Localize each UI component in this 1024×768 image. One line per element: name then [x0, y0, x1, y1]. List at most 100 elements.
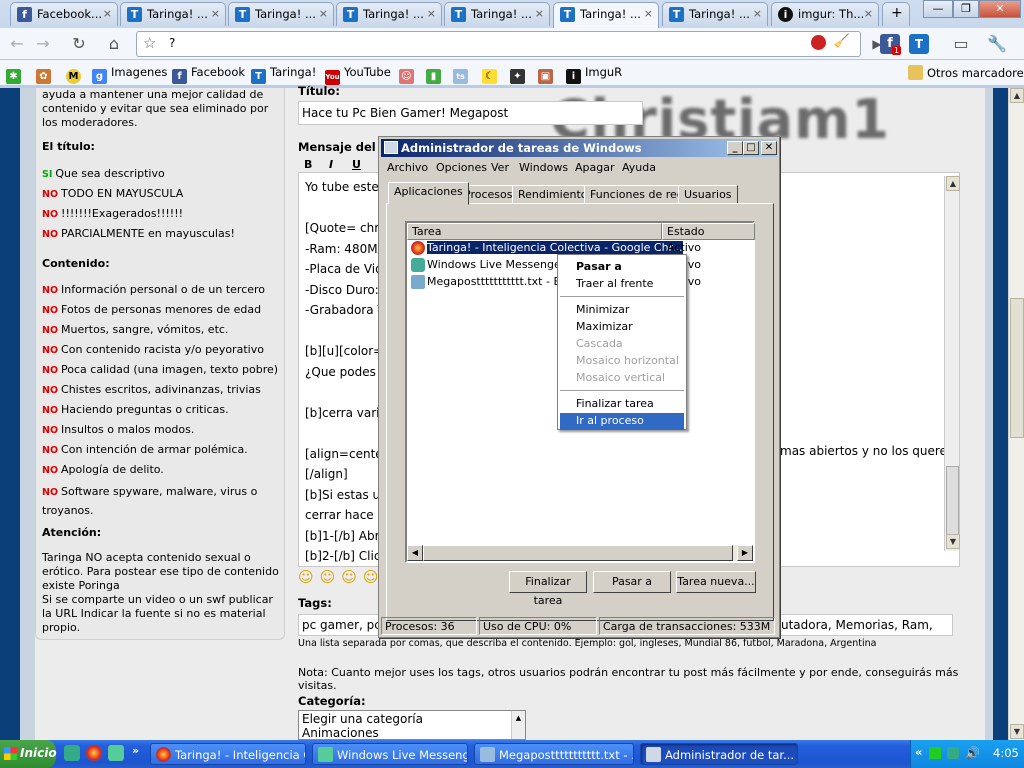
minimize-window-button[interactable]: —	[923, 0, 953, 18]
close-icon[interactable]: ×	[319, 7, 328, 20]
bookmark-icon-2[interactable]: ✿	[36, 65, 55, 84]
menu-item-end-task[interactable]: Finalizar tarea	[560, 396, 684, 413]
menu-apagar[interactable]: Apagar	[575, 161, 615, 174]
scroll-thumb[interactable]	[423, 545, 733, 561]
bookmark-icon-8[interactable]: ✦	[510, 65, 529, 84]
menu-windows[interactable]: Windows	[519, 161, 568, 174]
other-bookmarks[interactable]: Otros marcadores	[908, 65, 1024, 80]
tab-funciones-de-red[interactable]: Funciones de red	[584, 185, 690, 204]
volume-icon[interactable]: 🔊	[965, 746, 980, 760]
scroll-down-icon[interactable]: ▼	[1010, 724, 1024, 739]
menu-opciones[interactable]: Opciones	[436, 161, 487, 174]
underline-button[interactable]: U	[352, 158, 361, 171]
bookmark-imagenes[interactable]: g Imagenes	[92, 65, 167, 84]
taskbar-item-chrome[interactable]: Taringa! - Inteligencia C...	[150, 743, 306, 765]
tray-icon-1[interactable]	[929, 747, 941, 759]
star-icon[interactable]: ☆	[143, 34, 156, 52]
bookmark-facebook[interactable]: f Facebook	[172, 65, 245, 84]
close-button[interactable]: ✕	[761, 141, 777, 155]
tab-aplicaciones[interactable]: Aplicaciones	[388, 182, 469, 205]
tray-icon-2[interactable]	[947, 747, 959, 759]
menu-item-bring-to-front[interactable]: Traer al frente	[560, 276, 684, 293]
bookmark-icon-1[interactable]: ✱	[6, 65, 25, 84]
italic-button[interactable]: I	[329, 158, 333, 171]
tab-taringa-1[interactable]: T Taringa! ... ×	[120, 2, 226, 26]
list-horizontal-scrollbar[interactable]: ◀ ▶	[407, 545, 753, 561]
chrome-quicklaunch-icon[interactable]	[86, 745, 102, 761]
menu-ver[interactable]: Ver	[491, 161, 509, 174]
menu-item-maximize[interactable]: Maximizar	[560, 319, 684, 336]
new-tab-button[interactable]: +	[882, 2, 910, 26]
menu-item-minimize[interactable]: Minimizar	[560, 302, 684, 319]
category-scroll-icon[interactable]: ▲	[511, 711, 525, 739]
tab-taringa-6[interactable]: T Taringa! ... ×	[662, 2, 768, 26]
minimize-button[interactable]: _	[727, 141, 743, 155]
close-icon[interactable]: ×	[427, 7, 436, 20]
tab-taringa-active[interactable]: T Taringa! ... ×	[553, 2, 659, 28]
home-icon[interactable]: ⌂	[103, 34, 125, 54]
bookmark-imgur[interactable]: i ImguR	[566, 65, 622, 84]
tray-expand-icon[interactable]: «	[915, 745, 922, 759]
task-manager-titlebar[interactable]: Administrador de tareas de Windows _ □ ✕	[381, 139, 777, 157]
taskbar-item-messenger[interactable]: Windows Live Messenger	[312, 743, 468, 765]
bookmark-icon-5[interactable]: ▮	[426, 65, 445, 84]
new-task-button[interactable]: Tarea nueva...	[676, 571, 756, 593]
quicklaunch-expand-icon[interactable]: »	[132, 744, 139, 757]
switch-to-button[interactable]: Pasar a	[593, 571, 671, 593]
bold-button[interactable]: B	[304, 158, 312, 171]
close-icon[interactable]: ×	[535, 7, 544, 20]
reload-icon[interactable]: ↻	[68, 34, 90, 54]
column-estado[interactable]: Estado	[662, 223, 755, 240]
close-icon[interactable]: ×	[864, 7, 873, 20]
page-scroll-thumb[interactable]	[1010, 298, 1024, 438]
broom-icon[interactable]: 🧹	[834, 34, 850, 49]
title-input[interactable]: Hace tu Pc Bien Gamer! Megapost	[298, 101, 643, 125]
tab-facebook[interactable]: f Facebook... ×	[10, 2, 118, 26]
close-icon[interactable]: ×	[644, 7, 653, 20]
bookmark-youtube[interactable]: You YouTube	[325, 65, 391, 85]
wrench-icon[interactable]: 🔧	[986, 34, 1008, 54]
tab-imgur[interactable]: i imgur: Th... ×	[771, 2, 879, 26]
scroll-thumb[interactable]	[946, 466, 959, 536]
editor-scrollbar[interactable]: ▲ ▼	[944, 176, 960, 551]
forward-icon[interactable]: →	[32, 34, 54, 54]
close-icon[interactable]: ×	[753, 7, 762, 20]
quicklaunch-icon-1[interactable]	[64, 745, 80, 761]
menu-ayuda[interactable]: Ayuda	[622, 161, 656, 174]
tab-taringa-3[interactable]: T Taringa! ... ×	[336, 2, 442, 26]
tab-rendimiento[interactable]: Rendimiento	[512, 185, 594, 204]
tab-usuarios[interactable]: Usuarios	[678, 185, 738, 204]
category-select[interactable]: Elegir una categoría Animaciones ▲	[298, 710, 526, 740]
page-scrollbar[interactable]: ▲ ▼	[1008, 88, 1024, 740]
emoticon-bar[interactable]: ☺☺☺☺	[298, 568, 385, 586]
maximize-button[interactable]: □	[743, 141, 759, 155]
taskbar-item-task-manager[interactable]: Administrador de tar...	[640, 743, 798, 765]
scroll-up-icon[interactable]: ▲	[946, 176, 960, 191]
scroll-right-icon[interactable]: ▶	[737, 545, 753, 561]
page-menu-icon[interactable]: ▭	[950, 34, 972, 54]
tab-taringa-2[interactable]: T Taringa! ... ×	[228, 2, 334, 26]
tab-taringa-4[interactable]: T Taringa! ... ×	[444, 2, 550, 26]
bookmark-icon-6[interactable]: ts	[453, 65, 472, 84]
omnibox[interactable]: ☆ ? 🧹	[136, 31, 861, 57]
close-window-button[interactable]: ✕	[979, 0, 1021, 18]
back-icon[interactable]: ←	[6, 34, 28, 54]
scroll-up-icon[interactable]: ▲	[1010, 88, 1024, 103]
bookmark-icon-7[interactable]: ☾	[482, 65, 501, 84]
scroll-down-icon[interactable]: ▼	[946, 534, 960, 549]
column-tarea[interactable]: Tarea	[407, 223, 662, 240]
menu-item-switch-to[interactable]: Pasar a	[560, 259, 684, 276]
start-button[interactable]: Inicio	[0, 740, 57, 768]
scroll-left-icon[interactable]: ◀	[407, 545, 423, 561]
end-task-button[interactable]: Finalizar tarea	[509, 571, 587, 607]
adblock-icon[interactable]	[811, 35, 826, 50]
taskbar-item-notepad[interactable]: Megaposttttttttttt.txt - ...	[474, 743, 634, 765]
bookmark-taringa[interactable]: T Taringa!	[251, 65, 316, 84]
bookmark-icon-4[interactable]: ☺	[399, 65, 418, 84]
restore-window-button[interactable]: ❐	[953, 0, 979, 18]
bookmark-icon-9[interactable]: ▣	[538, 65, 557, 84]
taringa-extension-icon[interactable]: T	[909, 34, 929, 54]
bookmark-icon-3[interactable]: M	[66, 65, 85, 84]
menu-item-go-to-process[interactable]: Ir al proceso	[560, 413, 684, 430]
messenger-quicklaunch-icon[interactable]	[108, 745, 124, 761]
